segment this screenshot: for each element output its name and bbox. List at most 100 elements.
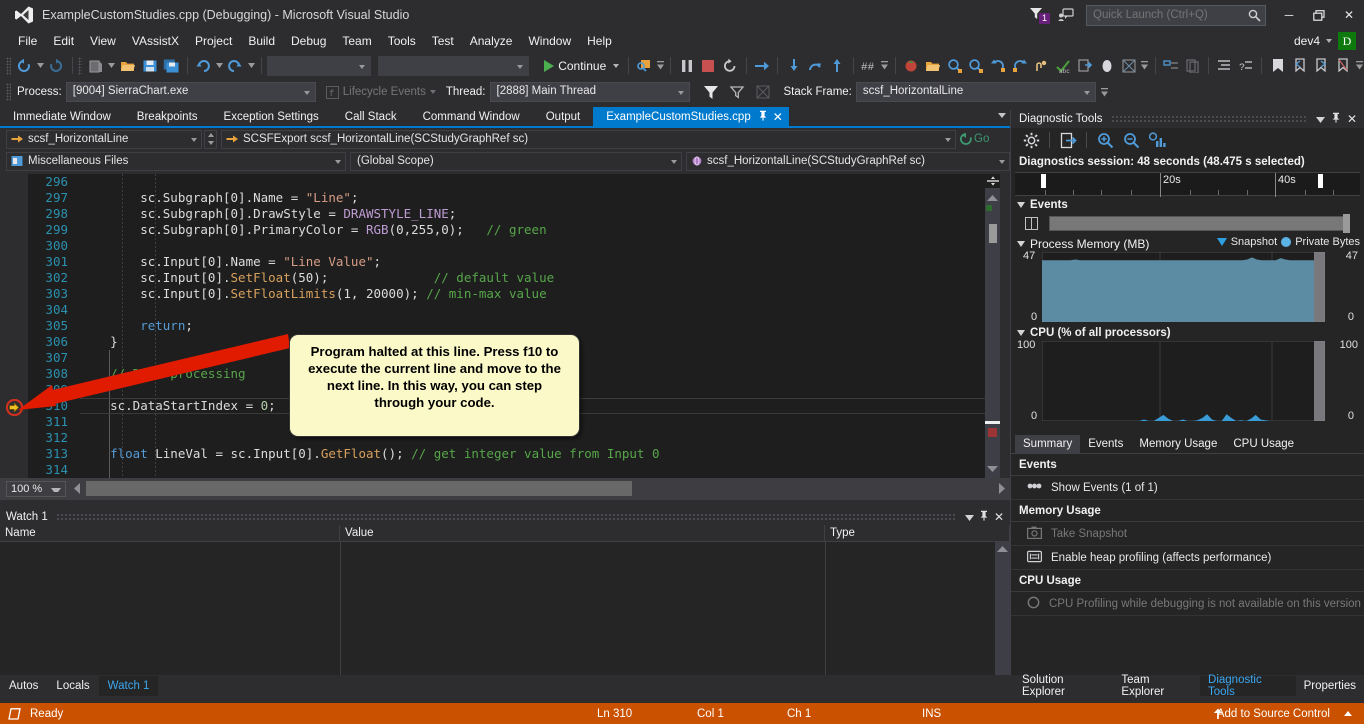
break-all-icon[interactable] (676, 55, 697, 77)
watch-pin-icon[interactable] (979, 510, 989, 524)
stop-debugging-icon[interactable] (698, 55, 719, 77)
continue-button[interactable]: Continue (540, 55, 623, 77)
menu-help[interactable]: Help (579, 32, 620, 50)
watch-grid-scrollbar[interactable] (995, 542, 1010, 692)
menu-test[interactable]: Test (424, 32, 462, 50)
tab-solution-explorer[interactable]: Solution Explorer (1014, 674, 1113, 698)
add-to-source-control-button[interactable]: Add to Source Control (1217, 708, 1330, 720)
dtab-events[interactable]: Events (1080, 435, 1131, 453)
attach-dropdown-icon[interactable] (656, 55, 665, 77)
filter-threads-icon[interactable] (700, 81, 722, 103)
pin-icon[interactable] (758, 110, 768, 124)
cpu-section-header[interactable]: CPU (% of all processors) (1011, 324, 1364, 341)
send-feedback-icon[interactable] (1054, 0, 1082, 30)
settings-gear-icon[interactable] (1019, 129, 1043, 151)
zoom-reset-chart-icon[interactable] (1145, 129, 1169, 151)
hscroll-thumb[interactable] (86, 481, 632, 496)
spellcheck-icon[interactable]: abc (1053, 55, 1074, 77)
hex-display-icon[interactable]: ## (859, 55, 880, 77)
find-next-icon[interactable] (944, 55, 965, 77)
hex-dropdown-icon[interactable] (880, 55, 889, 77)
next-bookmark-icon[interactable] (1311, 55, 1332, 77)
menu-edit[interactable]: Edit (45, 32, 82, 50)
process-combo[interactable]: [9004] SierraChart.exe (65, 82, 316, 102)
zoom-in-icon[interactable] (1093, 129, 1117, 151)
menu-window[interactable]: Window (520, 32, 579, 50)
nav-symbol-combo[interactable]: scsf_HorizontalLine (6, 129, 202, 149)
minimize-button[interactable]: ─ (1274, 2, 1304, 28)
refactor-icon[interactable] (1031, 55, 1052, 77)
go-button[interactable]: Go (960, 132, 989, 146)
tab-autos[interactable]: Autos (0, 676, 47, 696)
lifecycle-dropdown-icon[interactable] (429, 90, 436, 94)
collapse-triangle-icon-cpu[interactable] (1017, 329, 1025, 336)
scroll-down-icon[interactable] (987, 461, 998, 475)
navigate-backward-dropdown-icon[interactable] (35, 55, 44, 77)
nav-spinner[interactable] (204, 129, 217, 149)
show-next-statement-icon[interactable] (752, 55, 773, 77)
scrollbar-thumb[interactable] (989, 224, 997, 243)
outline-icon[interactable] (1160, 55, 1181, 77)
scroll-up-icon[interactable] (987, 191, 998, 205)
unfilter-threads-icon[interactable] (726, 81, 748, 103)
tab-output[interactable]: Output (533, 107, 594, 126)
step-out-icon[interactable] (827, 55, 848, 77)
tab-call-stack[interactable]: Call Stack (332, 107, 410, 126)
dtab-memory-usage[interactable]: Memory Usage (1131, 435, 1225, 453)
editor-indicator-margin[interactable] (0, 174, 28, 478)
watch-grid-body[interactable] (0, 542, 1010, 675)
code-line[interactable]: return; (80, 318, 1010, 334)
zoom-level-combo[interactable]: 100 % (6, 481, 66, 497)
debugbar-overflow-icon[interactable] (1100, 81, 1110, 103)
summary-take-snapshot[interactable]: Take Snapshot (1011, 522, 1364, 546)
toolbar-grip[interactable] (6, 56, 11, 75)
quick-launch-input[interactable] (1087, 5, 1239, 25)
open-folder2-icon[interactable] (922, 55, 943, 77)
nav-project-combo[interactable]: Miscellaneous Files (6, 151, 346, 171)
watch-col-name[interactable]: Name (0, 525, 340, 541)
tab-command-window[interactable]: Command Window (410, 107, 533, 126)
code-line[interactable]: float LineVal = sc.Input[0].GetFloat(); … (80, 446, 1010, 462)
chevron-down-icon[interactable] (1326, 39, 1332, 43)
menu-project[interactable]: Project (187, 32, 240, 50)
code-line[interactable]: sc.Subgraph[0].PrimaryColor = RGB(0,255,… (80, 222, 1010, 238)
watch-menu-chevron-icon[interactable] (964, 510, 974, 524)
tab-exception-settings[interactable]: Exception Settings (211, 107, 332, 126)
code-line[interactable] (80, 302, 1010, 318)
code-line[interactable]: sc.Input[0].SetFloatLimits(1, 20000); //… (80, 286, 1010, 302)
new-project-icon[interactable] (85, 55, 106, 77)
menu-analyze[interactable]: Analyze (462, 32, 521, 50)
events-track[interactable] (1015, 213, 1360, 235)
summary-show-events[interactable]: Show Events (1 of 1) (1011, 476, 1364, 500)
menu-build[interactable]: Build (240, 32, 283, 50)
hscroll-right-icon[interactable] (998, 483, 1005, 497)
menu-team[interactable]: Team (334, 32, 379, 50)
go-back-ref-icon[interactable] (988, 55, 1009, 77)
code-line[interactable]: sc.Input[0].Name = "Line Value"; (80, 254, 1010, 270)
watch-col-value[interactable]: Value (340, 525, 825, 541)
collapse-triangle-icon-memory[interactable] (1017, 240, 1025, 247)
collapse-triangle-icon[interactable] (1017, 201, 1025, 208)
tab-watch-1[interactable]: Watch 1 (98, 676, 159, 696)
step-into-icon[interactable] (783, 55, 804, 77)
code-line[interactable] (80, 462, 1010, 478)
diagnostic-pin-icon[interactable] (1331, 112, 1341, 126)
memory-graph[interactable]: 47 47 0 0 (1015, 250, 1360, 323)
undo-icon[interactable] (193, 55, 214, 77)
code-line[interactable] (80, 238, 1010, 254)
continue-dropdown-icon[interactable] (613, 63, 620, 68)
tab-diagnostic-tools[interactable]: Diagnostic Tools (1200, 674, 1296, 698)
indent-icon[interactable] (1214, 55, 1235, 77)
menu-tools[interactable]: Tools (380, 32, 424, 50)
new-project-dropdown-icon[interactable] (107, 55, 116, 77)
close-icon[interactable]: ✕ (773, 110, 783, 124)
code-line[interactable]: sc.Subgraph[0].Name = "Line"; (80, 190, 1010, 206)
nav-function-combo[interactable]: SCSFExport scsf_HorizontalLine(SCStudyGr… (221, 129, 956, 149)
save-all-icon[interactable] (161, 55, 182, 77)
redo-dropdown-icon[interactable] (247, 55, 256, 77)
tab-team-explorer[interactable]: Team Explorer (1113, 674, 1200, 698)
attach-to-process-icon[interactable] (634, 55, 655, 77)
cpu-graph[interactable]: 100 100 0 0 (1015, 339, 1360, 422)
watch-grid[interactable]: Name Value Type (0, 525, 1010, 692)
diagnostics-timeline-ruler[interactable]: 20s 40s (1015, 172, 1360, 197)
